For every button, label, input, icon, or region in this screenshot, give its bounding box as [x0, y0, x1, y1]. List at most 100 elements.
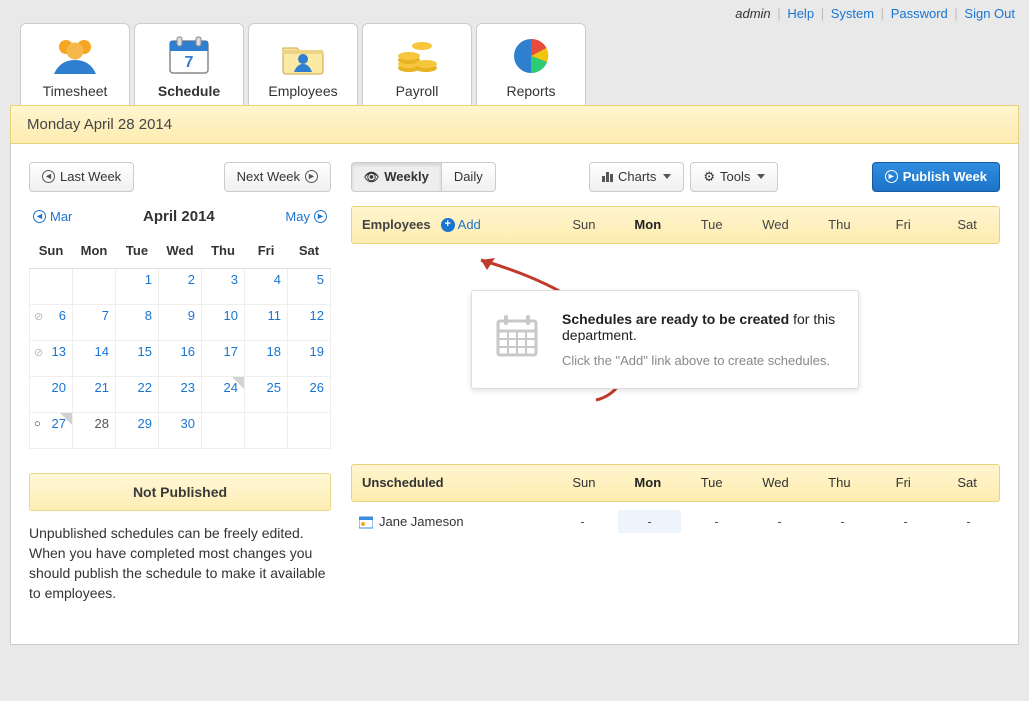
calendar-day-cell[interactable]: 7 — [73, 304, 116, 340]
calendar-day-cell[interactable]: 28 — [73, 412, 116, 448]
calendar-day-link[interactable]: 4 — [274, 272, 281, 287]
calendar-day-link[interactable]: 23 — [181, 380, 195, 395]
calendar-day-link[interactable]: 15 — [138, 344, 152, 359]
calendar-day-link[interactable]: 19 — [310, 344, 324, 359]
employee-cell[interactable]: Jane Jameson — [351, 514, 551, 529]
tab-timesheet[interactable]: Timesheet — [20, 23, 130, 105]
tab-payroll[interactable]: Payroll — [362, 23, 472, 105]
calendar-day-cell[interactable]: 19 — [288, 340, 331, 376]
charts-dropdown[interactable]: Charts — [589, 162, 684, 192]
calendar-day-cell[interactable]: 1 — [116, 268, 159, 304]
schedule-cell[interactable]: - — [937, 514, 1000, 529]
gear-icon: ⚙ — [703, 169, 715, 185]
tools-dropdown[interactable]: ⚙ Tools — [690, 162, 778, 192]
calendar-day-cell[interactable]: 17 — [202, 340, 245, 376]
calendar-day-link[interactable]: 13 — [52, 344, 66, 359]
calendar-day-link[interactable]: 20 — [52, 380, 66, 395]
schedule-cell[interactable]: - — [748, 514, 811, 529]
publish-week-button[interactable]: ► Publish Week — [872, 162, 1000, 192]
calendar-day-link[interactable]: 17 — [224, 344, 238, 359]
prev-month-link[interactable]: ◄ Mar — [33, 209, 72, 224]
calendar-day-cell[interactable]: 15 — [116, 340, 159, 376]
calendar-day-link[interactable]: 9 — [188, 308, 195, 323]
week-marker-icon: ⊘ — [34, 310, 43, 323]
next-week-button[interactable]: Next Week ► — [224, 162, 331, 192]
schedule-cell[interactable]: - — [551, 514, 614, 529]
schedule-cell[interactable]: - — [811, 514, 874, 529]
calendar-day-cell[interactable]: 29 — [116, 412, 159, 448]
calendar-day-link[interactable]: 1 — [145, 272, 152, 287]
calendar-day-link[interactable]: 16 — [181, 344, 195, 359]
calendar-day-cell[interactable]: 12 — [288, 304, 331, 340]
weekly-view-button[interactable]: 👁 Weekly — [351, 162, 442, 192]
calendar-day-cell[interactable]: ○27 — [30, 412, 73, 448]
calendar-day-link[interactable]: 26 — [310, 380, 324, 395]
calendar-day-cell[interactable]: 21 — [73, 376, 116, 412]
topbar-link-system[interactable]: System — [831, 6, 874, 21]
calendar-day-link[interactable]: 12 — [310, 308, 324, 323]
calendar-day-cell[interactable]: 24 — [202, 376, 245, 412]
arrow-left-icon: ◄ — [42, 170, 55, 183]
tab-employees[interactable]: Employees — [248, 23, 358, 105]
calendar-day-link[interactable]: 6 — [59, 308, 66, 323]
next-month-link[interactable]: May ► — [285, 209, 327, 224]
calendar-day-link[interactable]: 10 — [224, 308, 238, 323]
calendar-day-cell[interactable]: 20 — [30, 376, 73, 412]
calendar-day-link[interactable]: 18 — [267, 344, 281, 359]
calendar-day-cell[interactable]: 3 — [202, 268, 245, 304]
add-employee-link[interactable]: + Add — [441, 217, 481, 232]
calendar-day-cell[interactable]: 2 — [159, 268, 202, 304]
schedule-cell[interactable]: - — [618, 510, 681, 533]
calendar-day-link[interactable]: 30 — [181, 416, 195, 431]
calendar-day-link[interactable]: 14 — [95, 344, 109, 359]
week-marker-icon: ⊘ — [34, 346, 43, 359]
calendar-day-cell[interactable]: ⊘6 — [30, 304, 73, 340]
tab-label: Employees — [268, 83, 337, 99]
calendar-day-link[interactable]: 2 — [188, 272, 195, 287]
calendar-day-cell[interactable]: 11 — [245, 304, 288, 340]
arrow-left-icon: ◄ — [33, 210, 46, 223]
schedule-cell[interactable]: - — [685, 514, 748, 529]
tab-schedule[interactable]: 7 Schedule — [134, 23, 244, 105]
calendar-day-link[interactable]: 5 — [317, 272, 324, 287]
calendar-day-link[interactable]: 21 — [95, 380, 109, 395]
calendar-day-cell[interactable]: 5 — [288, 268, 331, 304]
tab-reports[interactable]: Reports — [476, 23, 586, 105]
weekly-label: Weekly — [384, 169, 429, 185]
calendar-day-cell[interactable]: 30 — [159, 412, 202, 448]
callout-title-strong: Schedules are ready to be created — [562, 311, 789, 327]
calendar-day-cell[interactable]: 16 — [159, 340, 202, 376]
calendar-day-link[interactable]: 7 — [102, 308, 109, 323]
topbar-link-help[interactable]: Help — [787, 6, 814, 21]
calendar-day-link[interactable]: 25 — [267, 380, 281, 395]
topbar-link-signout[interactable]: Sign Out — [964, 6, 1015, 21]
calendar-day-link[interactable]: 11 — [268, 308, 282, 323]
calendar-day-cell[interactable]: ⊘ 13 — [30, 340, 73, 376]
topbar-link-password[interactable]: Password — [891, 6, 948, 21]
calendar-dow-header: Mon — [73, 233, 116, 269]
calendar-day-link[interactable]: 8 — [145, 308, 152, 323]
calendar-day-cell[interactable]: 26 — [288, 376, 331, 412]
calendar-day-cell[interactable]: 8 — [116, 304, 159, 340]
calendar-day-link[interactable]: 29 — [138, 416, 152, 431]
calendar-day-cell[interactable]: 14 — [73, 340, 116, 376]
calendar-day-cell[interactable]: 9 — [159, 304, 202, 340]
calendar-day-cell[interactable]: 23 — [159, 376, 202, 412]
calendar-day-cell[interactable]: 25 — [245, 376, 288, 412]
daily-view-button[interactable]: Daily — [441, 162, 496, 192]
calendar-day-link[interactable]: 3 — [231, 272, 238, 287]
plus-icon: + — [441, 218, 455, 232]
last-week-button[interactable]: ◄ Last Week — [29, 162, 134, 192]
calendar-day-cell[interactable]: 4 — [245, 268, 288, 304]
calendar-day-link[interactable]: 22 — [138, 380, 152, 395]
callout-subtitle: Click the "Add" link above to create sch… — [562, 353, 836, 368]
calendar-day-cell[interactable]: 10 — [202, 304, 245, 340]
tab-label: Timesheet — [43, 83, 108, 99]
calendar-dow-header: Fri — [245, 233, 288, 269]
calendar-day-cell[interactable]: 22 — [116, 376, 159, 412]
schedule-cell[interactable]: - — [874, 514, 937, 529]
empty-state-callout: Schedules are ready to be created for th… — [471, 290, 859, 389]
calendar-dow-header: Sat — [288, 233, 331, 269]
calendar-day-cell[interactable]: 18 — [245, 340, 288, 376]
callout-title: Schedules are ready to be created for th… — [562, 311, 836, 343]
